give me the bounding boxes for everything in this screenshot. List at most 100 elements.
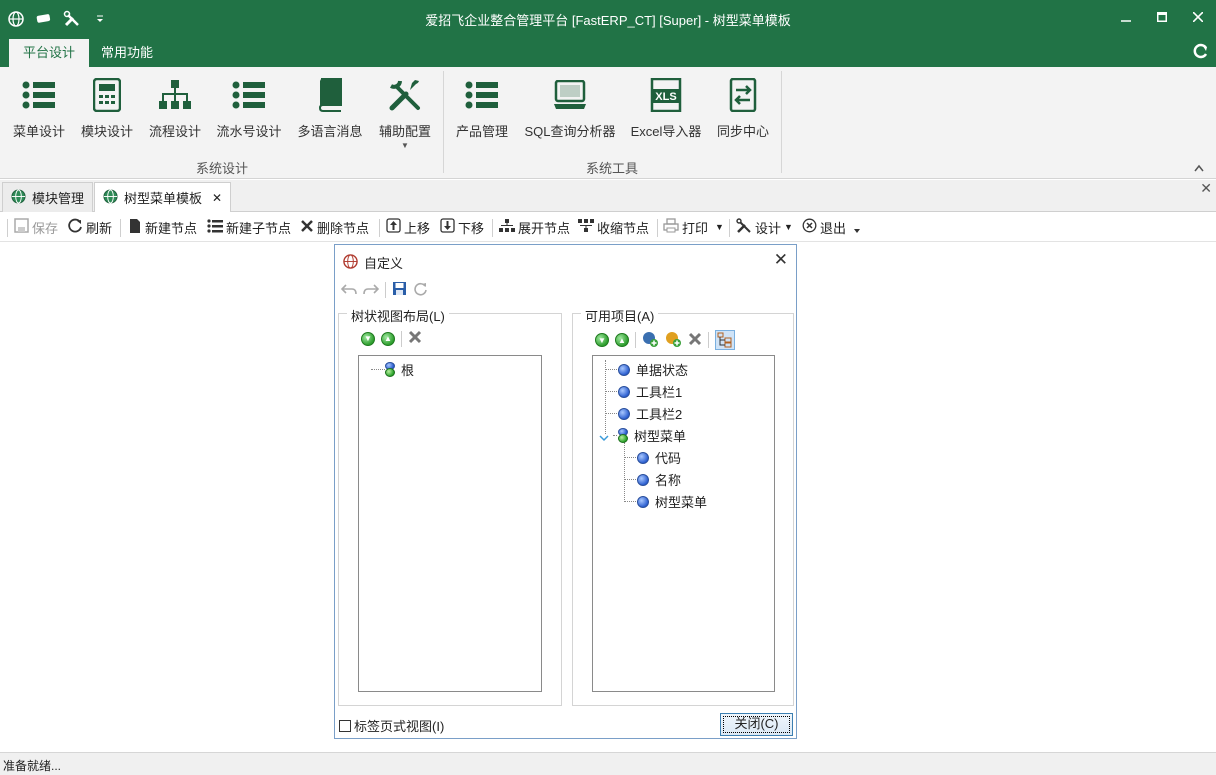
product-management-label: 产品管理 xyxy=(455,124,508,139)
sql-analyzer-label: SQL查询分析器 xyxy=(524,124,616,139)
expand-nodes-button[interactable]: 展开节点 xyxy=(499,217,570,237)
book-icon xyxy=(294,75,366,115)
add-node-icon[interactable] xyxy=(642,331,659,350)
main-toolbar: 保存 刷新 新建节点 新建子节点 删除节点 上移 下移 展开节点 收缩节点 打印… xyxy=(0,212,1216,242)
reset-icon[interactable] xyxy=(413,281,428,299)
dropdown-arrow-icon: ▼ xyxy=(401,141,409,150)
new-node-button[interactable]: 新建节点 xyxy=(128,217,197,237)
tabbed-view-checkbox[interactable]: 标签页式视图(I) xyxy=(339,716,444,735)
tab-label: 树型菜单模板 xyxy=(124,191,203,206)
available-items-tree[interactable]: 单据状态 工具栏1 工具栏2 树型菜单 代码 名称 树型菜单 xyxy=(592,355,775,692)
tab-close-icon[interactable]: ✕ xyxy=(212,191,222,205)
module-design-button[interactable]: 模块设计 xyxy=(76,73,138,155)
delete-icon[interactable] xyxy=(688,332,702,349)
tab-module-management[interactable]: 模块管理 xyxy=(2,182,94,212)
tree-connector xyxy=(624,479,636,480)
exit-label: 退出 xyxy=(820,220,847,236)
save-button[interactable]: 保存 xyxy=(14,217,58,237)
exit-button[interactable]: 退出 xyxy=(802,217,846,237)
minimize-button[interactable] xyxy=(1108,0,1144,34)
collapse-ribbon-icon[interactable] xyxy=(1194,160,1204,175)
redo-icon[interactable] xyxy=(363,282,380,299)
excel-importer-button[interactable]: XLS Excel导入器 xyxy=(628,73,704,155)
new-document-icon xyxy=(128,218,142,237)
undo-icon[interactable] xyxy=(340,282,357,299)
menu-design-label: 菜单设计 xyxy=(12,124,65,139)
node-icon xyxy=(618,428,628,443)
move-up-icon[interactable]: ▲ xyxy=(615,333,629,347)
toolbar-separator xyxy=(7,219,8,237)
refresh-button[interactable]: 刷新 xyxy=(68,217,112,237)
tree-node[interactable]: 工具栏2 xyxy=(618,404,682,423)
add-child-node-icon[interactable] xyxy=(665,331,682,350)
toolbar-separator xyxy=(657,219,658,237)
node-icon xyxy=(637,473,649,486)
tab-tree-menu-template[interactable]: 树型菜单模板 ✕ xyxy=(94,182,232,212)
customize-dialog: 自定义 ✕ 树状视图布局(L) ▼ ▲ 根 可用项目(A) ▼ ▲ 单据状态 工… xyxy=(334,244,797,739)
move-up-button[interactable]: 上移 xyxy=(386,217,430,237)
move-down-icon[interactable]: ▼ xyxy=(595,333,609,347)
new-child-node-button[interactable]: 新建子节点 xyxy=(207,217,291,237)
move-up-icon[interactable]: ▲ xyxy=(381,331,395,346)
sql-analyzer-button[interactable]: SQL查询分析器 xyxy=(520,73,620,155)
tree-view-toggle-icon[interactable] xyxy=(715,330,735,350)
new-node-label: 新建节点 xyxy=(145,220,198,236)
checkbox-box[interactable] xyxy=(339,719,351,732)
design-button[interactable]: 设计 ▼ xyxy=(736,217,793,237)
dialog-close-button[interactable]: 关闭(C) xyxy=(720,713,793,736)
globe-icon xyxy=(11,188,26,207)
tab-common-functions[interactable]: 常用功能 xyxy=(87,39,167,67)
multi-language-label: 多语言消息 xyxy=(297,124,363,139)
toolbar-overflow-icon[interactable] xyxy=(854,221,860,241)
list-icon xyxy=(212,75,286,115)
tree-node[interactable]: 工具栏1 xyxy=(618,382,682,401)
multi-language-button[interactable]: 多语言消息 xyxy=(294,73,366,155)
tree-node-label: 单据状态 xyxy=(636,363,689,378)
tree-node-root[interactable]: 根 xyxy=(385,360,414,379)
flow-design-button[interactable]: 流程设计 xyxy=(144,73,206,155)
app-refresh-icon[interactable] xyxy=(1192,42,1210,60)
move-down-button[interactable]: 下移 xyxy=(440,217,484,237)
delete-icon[interactable] xyxy=(408,330,422,347)
move-up-label: 上移 xyxy=(404,220,431,236)
close-all-documents-icon[interactable]: ✕ xyxy=(1200,180,1212,197)
sync-center-button[interactable]: 同步中心 xyxy=(712,73,774,155)
dialog-titlebar: 自定义 xyxy=(343,253,403,272)
save-icon[interactable] xyxy=(392,281,407,299)
tab-label: 模块管理 xyxy=(32,191,85,206)
delete-node-button[interactable]: 删除节点 xyxy=(300,217,369,237)
refresh-icon xyxy=(68,218,83,236)
window-title: 爱招飞企业整合管理平台 [FastERP_CT] [Super] - 树型菜单模… xyxy=(425,13,791,28)
tree-connector xyxy=(605,369,617,370)
expand-chevron-icon[interactable] xyxy=(599,430,609,445)
tree-node[interactable]: 名称 xyxy=(637,470,681,489)
tree-node[interactable]: 树型菜单 xyxy=(637,492,707,511)
tree-node[interactable]: 代码 xyxy=(637,448,681,467)
move-down-icon[interactable]: ▼ xyxy=(361,331,375,346)
design-label: 设计 xyxy=(755,220,782,236)
document-tab-bar: 模块管理 树型菜单模板 ✕ ✕ xyxy=(0,180,1216,212)
list-icon xyxy=(6,75,72,115)
aux-config-button[interactable]: 辅助配置 ▼ xyxy=(374,73,436,155)
node-icon xyxy=(618,407,630,420)
serial-number-design-button[interactable]: 流水号设计 xyxy=(212,73,286,155)
tree-node[interactable]: 单据状态 xyxy=(618,360,688,379)
tree-layout-tree[interactable]: 根 xyxy=(358,355,542,692)
tree-connector xyxy=(624,501,636,502)
menu-design-button[interactable]: 菜单设计 xyxy=(6,73,72,155)
print-button[interactable]: 打印 ▼ xyxy=(663,217,724,237)
tree-node[interactable]: 树型菜单 xyxy=(618,426,686,445)
collapse-nodes-button[interactable]: 收缩节点 xyxy=(578,217,649,237)
tree-layout-toolbar: ▼ ▲ xyxy=(361,330,422,347)
tree-node-label: 树型菜单 xyxy=(634,429,687,444)
delete-node-label: 删除节点 xyxy=(317,220,370,236)
tree-connector xyxy=(624,457,636,458)
maximize-button[interactable] xyxy=(1144,0,1180,34)
dialog-close-icon[interactable]: ✕ xyxy=(774,250,788,270)
product-management-button[interactable]: 产品管理 xyxy=(450,73,514,155)
dropdown-arrow-icon: ▼ xyxy=(784,222,793,232)
close-window-button[interactable] xyxy=(1180,0,1216,34)
group-separator xyxy=(443,71,444,173)
available-items-panel: 可用项目(A) ▼ ▲ 单据状态 工具栏1 工具栏2 树型菜单 代码 名称 树型… xyxy=(572,306,794,706)
tab-platform-design[interactable]: 平台设计 xyxy=(9,39,90,67)
